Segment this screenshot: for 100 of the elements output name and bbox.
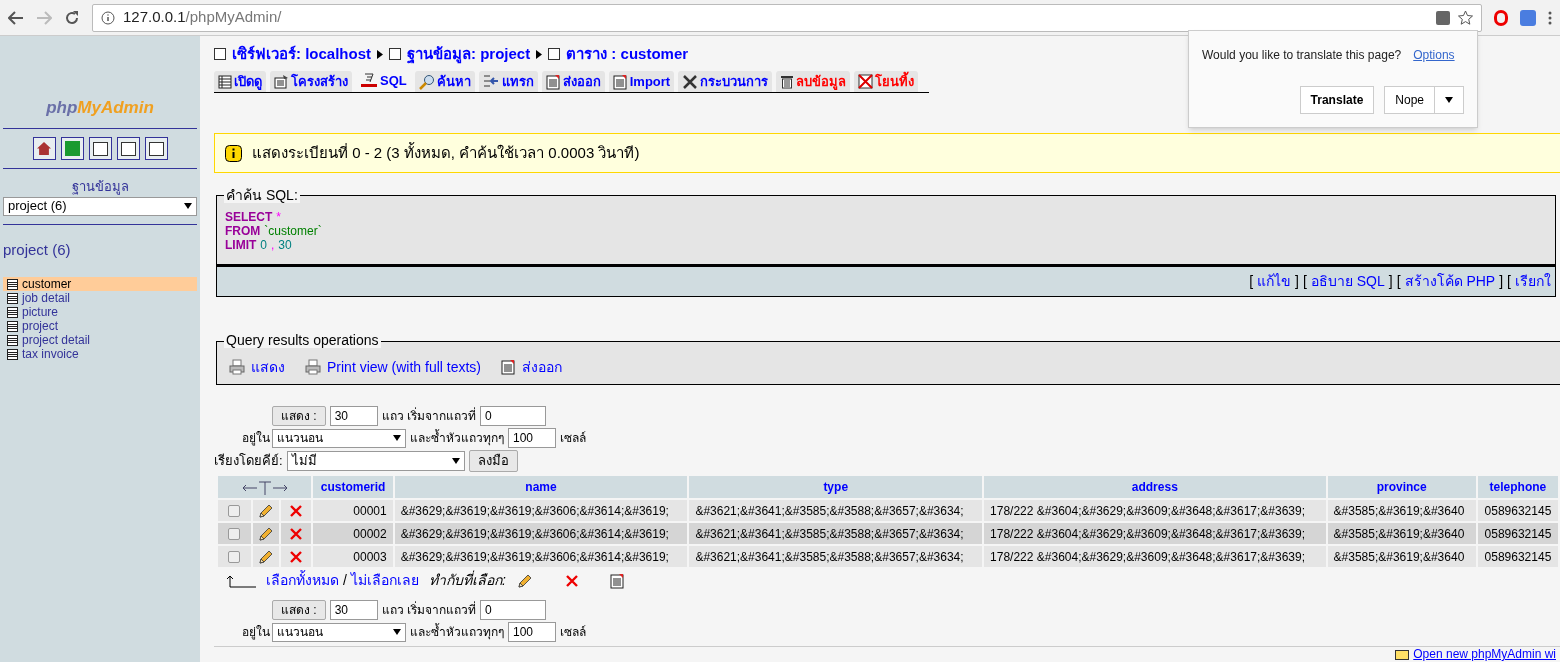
- home-icon[interactable]: [32, 137, 56, 160]
- column-header[interactable]: type: [689, 476, 983, 498]
- table-link[interactable]: tax invoice: [3, 347, 197, 361]
- table-cell-text: &#3629;&#3619;&#3619;&#3606;&#3614;&#3619;: [399, 548, 670, 566]
- column-header[interactable]: telephone: [1477, 476, 1558, 498]
- mode-label: อยู่ใน: [242, 430, 270, 447]
- table-cell-text: 178/222 &#3604;&#3629;&#3609;&#3648;&#3617;&#3639;: [989, 502, 1306, 520]
- database-select[interactable]: project (6): [3, 196, 197, 216]
- tab[interactable]: ค้นหา: [414, 71, 475, 92]
- rows-field[interactable]: 30: [329, 406, 378, 426]
- options-link[interactable]: Options: [1413, 46, 1455, 64]
- column-header[interactable]: province: [1327, 476, 1476, 498]
- corner-arrow-icon: [226, 573, 256, 588]
- sql-action-link[interactable]: อธิบาย SQL: [1310, 271, 1385, 292]
- extension-icon[interactable]: [1520, 9, 1536, 26]
- info-icon[interactable]: [101, 10, 115, 25]
- repeat-label: และซ้ำหัวแถวทุกๆ: [410, 429, 504, 447]
- sql-action-link[interactable]: สร้างโค้ด PHP: [1404, 271, 1496, 292]
- start-row-field[interactable]: 0: [480, 600, 546, 620]
- check-all-link[interactable]: เลือกทั้งหมด: [266, 570, 339, 591]
- repeat-field[interactable]: 100: [508, 428, 556, 448]
- uncheck-all-link[interactable]: ไม่เลือกเลย: [350, 570, 419, 591]
- caret-icon: [536, 49, 543, 59]
- resize-arrows-icon: [241, 479, 288, 496]
- cells-label: เซลล์: [560, 430, 586, 447]
- tab[interactable]: โครงสร้าง: [270, 71, 352, 92]
- sql-line: FROM `customer`: [225, 224, 323, 238]
- repeat-label: และซ้ำหัวแถวทุกๆ: [410, 623, 504, 641]
- column-header[interactable]: name: [394, 476, 688, 498]
- reload-icon[interactable]: [64, 9, 80, 26]
- sort-select[interactable]: ไม่มี: [286, 451, 465, 471]
- breadcrumb-link[interactable]: ฐานข้อมูล: project: [407, 42, 531, 66]
- operation-link[interactable]: แสดง: [251, 356, 285, 378]
- clipboard-icon: [609, 572, 625, 589]
- start-row-field[interactable]: 0: [480, 406, 546, 426]
- tab[interactable]: เปิดดู: [214, 71, 266, 92]
- row-checkbox[interactable]: [228, 505, 241, 518]
- sql-action-link[interactable]: เรียกใ: [1515, 271, 1551, 292]
- sql-action-link[interactable]: แก้ไข: [1257, 271, 1292, 292]
- separator-text: /: [343, 571, 347, 590]
- table-cell-text: 00003: [352, 548, 388, 566]
- rows-field[interactable]: 30: [329, 600, 378, 620]
- tab[interactable]: Import: [608, 71, 675, 92]
- repeat-field[interactable]: 100: [508, 622, 556, 642]
- table-cell-text: &#3585;&#3619;&#3640: [1332, 548, 1466, 566]
- table-cell-text: 0589632145: [1483, 525, 1553, 543]
- breadcrumb-link[interactable]: ตาราง : customer: [566, 42, 689, 66]
- table-cell-text: &#3629;&#3619;&#3619;&#3606;&#3614;&#3619;: [399, 525, 670, 543]
- window-icon: [1395, 649, 1410, 660]
- translate-question: Would you like to translate this page?: [1202, 47, 1402, 64]
- breadcrumb-link[interactable]: เซิร์ฟเวอร์: localhost: [232, 42, 371, 66]
- sql-line: SELECT *: [225, 210, 282, 224]
- operation-link[interactable]: ส่งออก: [522, 356, 563, 378]
- star-icon[interactable]: [1458, 10, 1473, 25]
- bracket: [: [1249, 272, 1254, 291]
- column-header[interactable]: address: [984, 476, 1326, 498]
- go-button[interactable]: ลงมือ: [468, 450, 518, 472]
- show-button[interactable]: แสดง :: [272, 406, 326, 426]
- table-cell-text: &#3621;&#3641;&#3585;&#3588;&#3657;&#3634;: [694, 502, 965, 520]
- dropdown-arrow-icon: [1445, 97, 1453, 103]
- menu-icon[interactable]: [1548, 10, 1552, 25]
- tab[interactable]: กระบวนการ: [678, 71, 773, 92]
- dropdown-arrow-icon: [184, 203, 192, 209]
- clipboard-icon: [612, 73, 628, 90]
- table-link[interactable]: customer: [3, 277, 197, 291]
- opera-icon[interactable]: [1494, 9, 1508, 26]
- row-checkbox[interactable]: [228, 551, 241, 564]
- table-cell-text: &#3585;&#3619;&#3640: [1332, 525, 1466, 543]
- table-link[interactable]: job detail: [3, 291, 197, 305]
- address-bar[interactable]: 127.0.0.1/phpMyAdmin/: [92, 3, 1482, 32]
- mode-select[interactable]: แนวนอน: [272, 622, 406, 642]
- clipboard-icon: [545, 73, 561, 90]
- operation-link[interactable]: Print view (with full texts): [327, 356, 482, 378]
- trash-icon: [780, 74, 795, 89]
- show-button[interactable]: แสดง :: [272, 600, 326, 620]
- sql-line: LIMIT 0 , 30: [225, 238, 293, 252]
- table-link[interactable]: project: [3, 319, 197, 333]
- tab[interactable]: ส่งออก: [541, 71, 605, 92]
- bracket: ]: [1295, 272, 1299, 291]
- table-link[interactable]: picture: [3, 305, 197, 319]
- tab[interactable]: แทรก: [478, 71, 538, 92]
- table-link[interactable]: project detail: [3, 333, 197, 347]
- new-window-link[interactable]: Open new phpMyAdmin wi: [1413, 648, 1556, 661]
- row-checkbox[interactable]: [228, 528, 241, 541]
- table-icon: [7, 306, 18, 318]
- notice-icon: [225, 144, 242, 162]
- with-selected-label: ทำกับที่เลือก:: [428, 570, 506, 590]
- back-icon[interactable]: [8, 10, 24, 25]
- mode-select[interactable]: แนวนอน: [272, 428, 406, 448]
- delete-icon[interactable]: [563, 572, 580, 589]
- crossed-table-icon: [858, 74, 874, 89]
- sort-label: เรียงโดยคีย์:: [214, 452, 283, 471]
- table-icon: [7, 292, 18, 304]
- dropdown-arrow-icon: [393, 435, 401, 441]
- table-cell-text: 0589632145: [1483, 502, 1553, 520]
- tools-icon: [682, 73, 699, 90]
- database-title[interactable]: project (6): [3, 238, 197, 261]
- cells-label: เซลล์: [560, 624, 586, 641]
- translate-button[interactable]: Translate: [1299, 86, 1375, 114]
- column-header[interactable]: customerid: [313, 476, 393, 498]
